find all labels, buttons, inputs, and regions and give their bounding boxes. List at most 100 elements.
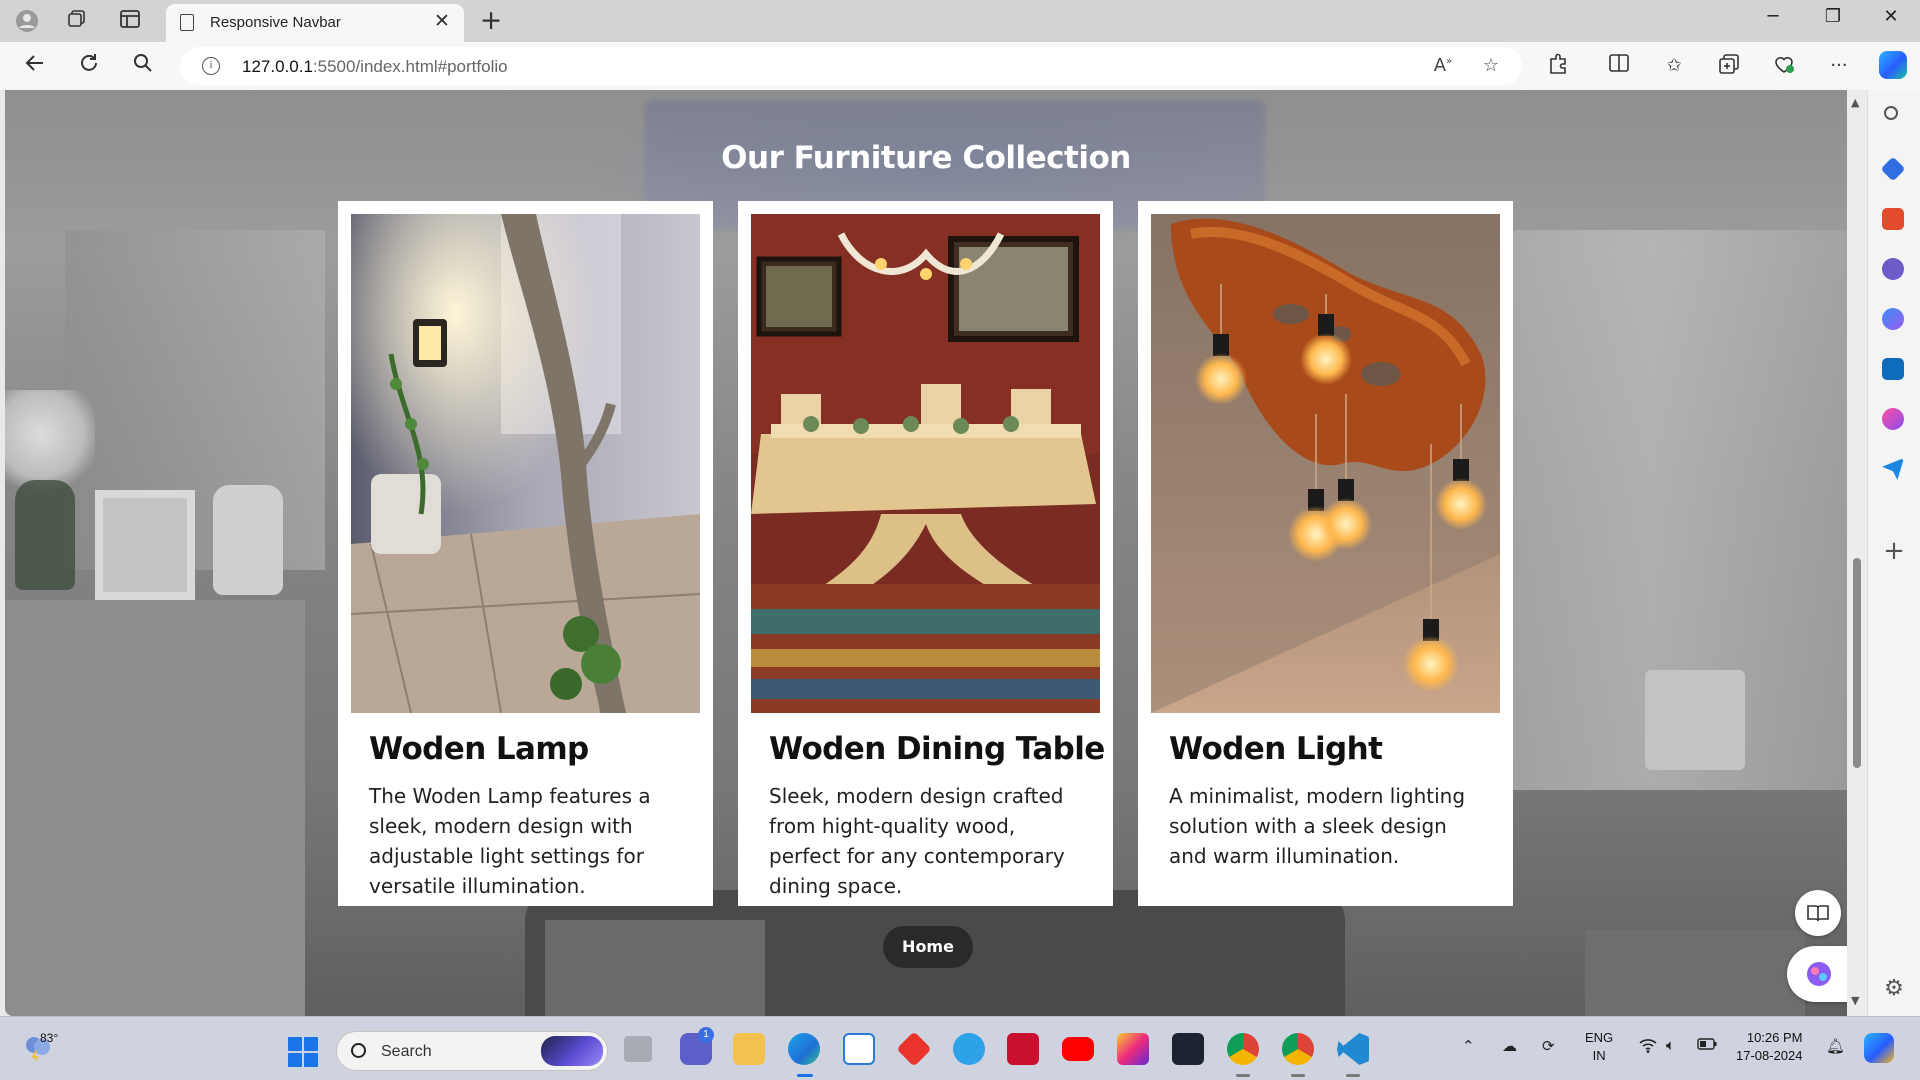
volume-icon[interactable]: 🔈︎	[1666, 1037, 1675, 1054]
background-jug	[213, 485, 283, 595]
tools-briefcase-icon[interactable]	[1882, 208, 1904, 230]
immersive-reader-icon[interactable]	[1795, 890, 1841, 936]
microsoft-365-icon[interactable]	[1882, 308, 1904, 330]
back-icon[interactable]	[20, 52, 50, 80]
outlook-icon[interactable]	[1882, 358, 1904, 380]
split-screen-icon[interactable]	[1605, 53, 1633, 79]
file-explorer-icon[interactable]	[733, 1033, 765, 1065]
section-title: Our Furniture Collection	[721, 140, 1131, 176]
mcafee-shield-icon[interactable]	[1007, 1033, 1039, 1065]
page-scrollbar[interactable]: ▲ ▼	[1847, 90, 1867, 1016]
minimize-button[interactable]: ─	[1750, 6, 1796, 27]
clock-time: 10:26 PM	[1746, 1030, 1803, 1045]
address-bar[interactable]: i 127.0.0.1:5500/index.html#portfolio A»…	[180, 47, 1522, 85]
favorite-star-icon[interactable]: ☆	[1478, 55, 1504, 76]
designer-icon[interactable]	[1882, 408, 1904, 430]
chrome-profile-icon[interactable]	[1282, 1033, 1314, 1065]
workspaces-icon[interactable]	[64, 9, 90, 33]
home-button[interactable]: Home	[883, 926, 973, 968]
background-curtain	[1455, 230, 1847, 790]
windows-taskbar: 83° Search 1 ⌃ ☁ ⟳ ENG IN 🔈︎ 10:26 PM 17-0…	[0, 1016, 1920, 1080]
background-side-drawer	[545, 920, 765, 1016]
chrome-profile-running-indicator	[1291, 1074, 1305, 1077]
product-card: Woden Lamp The Woden Lamp features a sle…	[338, 201, 713, 906]
new-tab-button[interactable]: +	[478, 5, 504, 36]
product-card: Woden Light A minimalist, modern lightin…	[1138, 201, 1513, 906]
chrome-running-indicator	[1236, 1074, 1250, 1077]
collections-icon[interactable]	[1715, 53, 1743, 79]
dining-table-photo	[751, 214, 1100, 713]
add-sidebar-app-icon[interactable]: +	[1882, 536, 1906, 566]
sidebar-settings-icon[interactable]: ⚙	[1882, 976, 1906, 1001]
vscode-running-indicator	[1346, 1074, 1360, 1077]
shopping-tag-icon[interactable]	[1880, 156, 1906, 182]
background-vase	[15, 480, 75, 590]
background-nightstand	[1585, 930, 1805, 1016]
tab-strip: Responsive Navbar ✕ + ─ ❐ ✕	[0, 0, 1920, 42]
extensions-icon[interactable]	[1544, 53, 1572, 79]
games-icon[interactable]	[1882, 258, 1904, 280]
input-language-indicator[interactable]: ENG IN	[1585, 1029, 1613, 1065]
sidebar-search-icon[interactable]	[1884, 106, 1898, 120]
more-menu-icon[interactable]: ···	[1825, 53, 1853, 79]
sync-icon[interactable]: ⟳	[1542, 1037, 1555, 1055]
close-window-button[interactable]: ✕	[1868, 6, 1914, 27]
card-title: Woden Light	[1169, 731, 1383, 767]
vscode-icon[interactable]	[1337, 1033, 1369, 1065]
restore-button[interactable]: ❐	[1810, 6, 1856, 27]
ai-brain-extension-icon[interactable]	[1787, 946, 1847, 1002]
battery-icon[interactable]	[1697, 1037, 1717, 1054]
wifi-icon[interactable]	[1638, 1037, 1658, 1057]
search-icon[interactable]	[128, 52, 158, 80]
edge-active-indicator	[797, 1074, 813, 1077]
clock-date: 17-08-2024	[1736, 1048, 1803, 1063]
scrollbar-thumb[interactable]	[1853, 558, 1861, 768]
task-view-icon[interactable]	[624, 1036, 652, 1062]
card-description: Sleek, modern design crafted from hight-…	[769, 784, 1065, 898]
browser-toolbar: i 127.0.0.1:5500/index.html#portfolio A»…	[0, 42, 1920, 90]
weather-temperature: 83°	[40, 1031, 59, 1045]
tab-close-icon[interactable]: ✕	[430, 10, 454, 32]
copilot-preview-icon[interactable]	[1864, 1033, 1894, 1063]
read-aloud-icon[interactable]: A»	[1430, 55, 1456, 76]
region-code: IN	[1592, 1048, 1606, 1063]
chat-notification-badge: 1	[698, 1027, 714, 1043]
youtube-icon[interactable]	[1062, 1037, 1094, 1061]
lamp-photo	[351, 214, 700, 713]
card-description: The Woden Lamp features a sleek, modern …	[369, 784, 651, 898]
refresh-icon[interactable]	[74, 52, 104, 80]
site-info-icon[interactable]: i	[202, 57, 220, 75]
copilot-icon[interactable]	[1879, 51, 1907, 79]
taskbar-search[interactable]: Search	[336, 1031, 608, 1071]
search-icon	[351, 1043, 366, 1058]
scroll-up-arrow-icon[interactable]: ▲	[1851, 96, 1859, 109]
windows-start-icon[interactable]	[288, 1037, 318, 1067]
edge-sidebar: + ⚙	[1867, 90, 1920, 1016]
notification-bell-icon[interactable]: 🔔︎	[1826, 1037, 1845, 1055]
anydesk-icon[interactable]	[896, 1031, 932, 1067]
taskbar-clock[interactable]: 10:26 PM 17-08-2024	[1736, 1029, 1803, 1065]
edge-browser-icon[interactable]	[788, 1033, 820, 1065]
instagram-icon[interactable]	[1117, 1033, 1149, 1065]
background-flowers	[5, 390, 95, 500]
help-app-icon[interactable]	[953, 1033, 985, 1065]
profile-icon[interactable]	[14, 9, 40, 33]
browser-essentials-icon[interactable]	[1770, 53, 1798, 79]
url-text[interactable]: 127.0.0.1:5500/index.html#portfolio	[242, 57, 508, 77]
onedrive-icon[interactable]: ☁	[1502, 1037, 1517, 1055]
background-table-lamp	[1645, 670, 1745, 770]
send-icon[interactable]	[1882, 458, 1904, 480]
card-title: Woden Lamp	[369, 731, 589, 767]
active-tab[interactable]: Responsive Navbar ✕	[166, 4, 464, 42]
tab-actions-icon[interactable]	[117, 9, 143, 33]
search-highlight-art	[541, 1036, 603, 1066]
url-path: :5500/index.html#portfolio	[312, 57, 508, 76]
scroll-down-arrow-icon[interactable]: ▼	[1851, 994, 1859, 1007]
show-hidden-icons-chevron-icon[interactable]: ⌃	[1462, 1037, 1475, 1055]
dh-app-icon[interactable]	[1172, 1033, 1204, 1065]
microsoft-store-icon[interactable]	[843, 1033, 875, 1065]
product-card: Woden Dining Table Sleek, modern design …	[738, 201, 1113, 906]
chrome-icon[interactable]	[1227, 1033, 1259, 1065]
card-title: Woden Dining Table	[769, 731, 1105, 767]
favorites-icon[interactable]: ✩	[1660, 53, 1688, 79]
